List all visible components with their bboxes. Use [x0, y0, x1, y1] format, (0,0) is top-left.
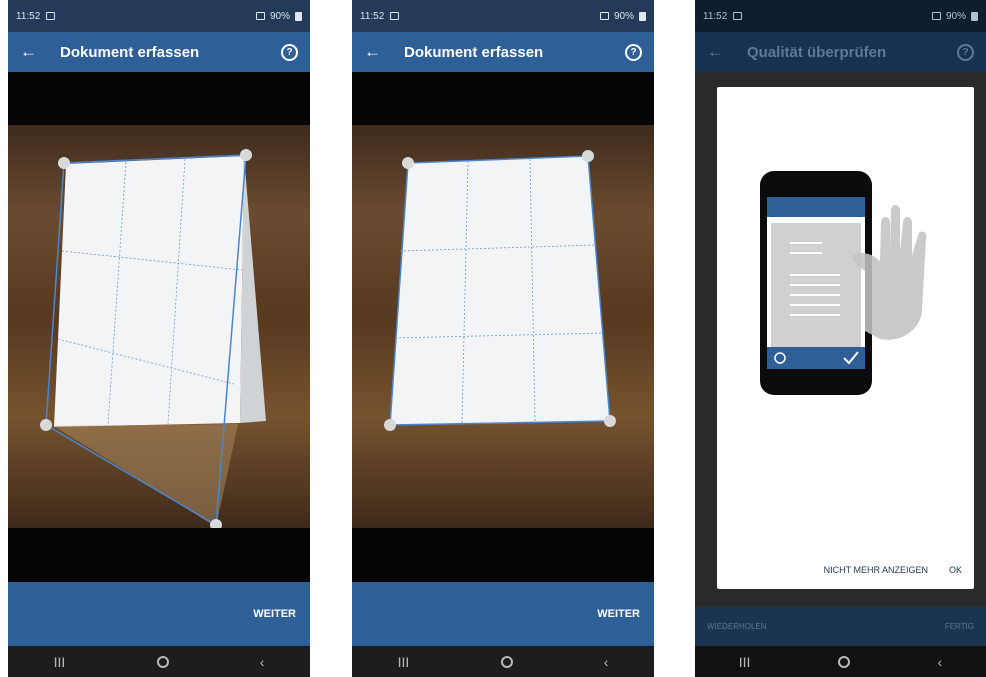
system-nav-bar: III ‹ — [695, 646, 986, 677]
app-bar: ← Dokument erfassen ? — [8, 32, 310, 72]
recents-button[interactable]: III — [739, 654, 751, 670]
system-nav-bar: III ‹ — [352, 646, 654, 677]
signal-icon — [255, 12, 265, 20]
wiederholen-button: WIEDERHOLEN — [707, 622, 767, 631]
home-circle-icon[interactable] — [500, 655, 513, 668]
phone-screen-1: 11:52 90% ← Dokument erfassen ? WEITER I… — [8, 0, 310, 677]
ok-button[interactable]: OK — [949, 565, 962, 575]
nav-back-button[interactable]: ‹ — [604, 654, 609, 670]
crop-handle[interactable] — [604, 415, 616, 427]
crop-handle[interactable] — [240, 149, 252, 161]
signal-icon — [931, 12, 941, 20]
status-time: 11:52 — [16, 10, 41, 22]
arrow-left-icon: ← — [707, 42, 724, 61]
help-circle-icon[interactable]: ? — [281, 43, 298, 61]
bottom-action-bar: WIEDERHOLEN FERTIG — [695, 607, 986, 646]
page-title: Qualität überprüfen — [747, 43, 887, 61]
arrow-left-icon[interactable]: ← — [20, 42, 50, 62]
app-bar: ← Dokument erfassen ? — [352, 32, 654, 72]
bottom-action-bar: WEITER — [352, 582, 654, 646]
weiter-button[interactable]: WEITER — [597, 608, 640, 620]
home-circle-icon[interactable] — [837, 655, 850, 668]
quality-dialog: NICHT MEHR ANZEIGEN OK — [717, 87, 974, 589]
page-title: Dokument erfassen — [404, 43, 544, 61]
dialog-actions: NICHT MEHR ANZEIGEN OK — [824, 565, 962, 575]
crop-handle[interactable] — [58, 157, 70, 169]
help-circle-icon[interactable]: ? — [625, 43, 642, 61]
home-circle-icon[interactable] — [156, 655, 169, 668]
page-title: Dokument erfassen — [60, 43, 200, 61]
bottom-action-bar: WEITER — [8, 582, 310, 646]
status-bar: 11:52 90% — [695, 0, 986, 32]
crop-overlay — [384, 150, 616, 431]
crop-handle[interactable] — [582, 150, 594, 162]
gallery-icon — [733, 12, 743, 20]
battery-percent: 90% — [269, 10, 290, 22]
system-nav-bar: III ‹ — [8, 646, 310, 677]
recents-button[interactable]: III — [54, 654, 66, 670]
crop-handle[interactable] — [402, 157, 414, 169]
battery-icon — [971, 11, 978, 21]
battery-percent: 90% — [945, 10, 966, 22]
document-photo — [8, 125, 310, 528]
battery-percent: 90% — [613, 10, 634, 22]
status-bar: 11:52 90% — [352, 0, 654, 32]
help-circle-icon: ? — [957, 43, 974, 61]
status-time: 11:52 — [360, 10, 385, 22]
phone-screen-3: 11:52 90% ← Qualität überprüfen ? WIEDER… — [695, 0, 986, 677]
camera-viewfinder — [352, 72, 654, 582]
recents-button[interactable]: III — [398, 654, 410, 670]
phone-screen-2: 11:52 90% ← Dokument erfassen ? WEITER I… — [352, 0, 654, 677]
signal-icon — [599, 12, 609, 20]
battery-icon — [295, 11, 302, 21]
phone-hand-illustration — [760, 171, 927, 395]
nav-back-button[interactable]: ‹ — [260, 654, 265, 670]
crop-handle[interactable] — [40, 419, 52, 431]
camera-viewfinder — [8, 72, 310, 582]
nav-back-button[interactable]: ‹ — [938, 654, 943, 670]
fertig-button: FERTIG — [944, 622, 974, 631]
app-bar: ← Qualität überprüfen ? — [695, 32, 986, 72]
status-bar: 11:52 90% — [8, 0, 310, 32]
status-time: 11:52 — [703, 10, 728, 22]
document-photo — [352, 125, 654, 528]
battery-icon — [639, 11, 646, 21]
weiter-button[interactable]: WEITER — [253, 608, 296, 620]
arrow-left-icon[interactable]: ← — [364, 42, 394, 62]
gallery-icon — [390, 12, 400, 20]
crop-handle[interactable] — [384, 419, 396, 431]
dont-show-again-button[interactable]: NICHT MEHR ANZEIGEN — [824, 565, 928, 575]
crop-overlay — [40, 149, 266, 528]
gallery-icon — [46, 12, 56, 20]
